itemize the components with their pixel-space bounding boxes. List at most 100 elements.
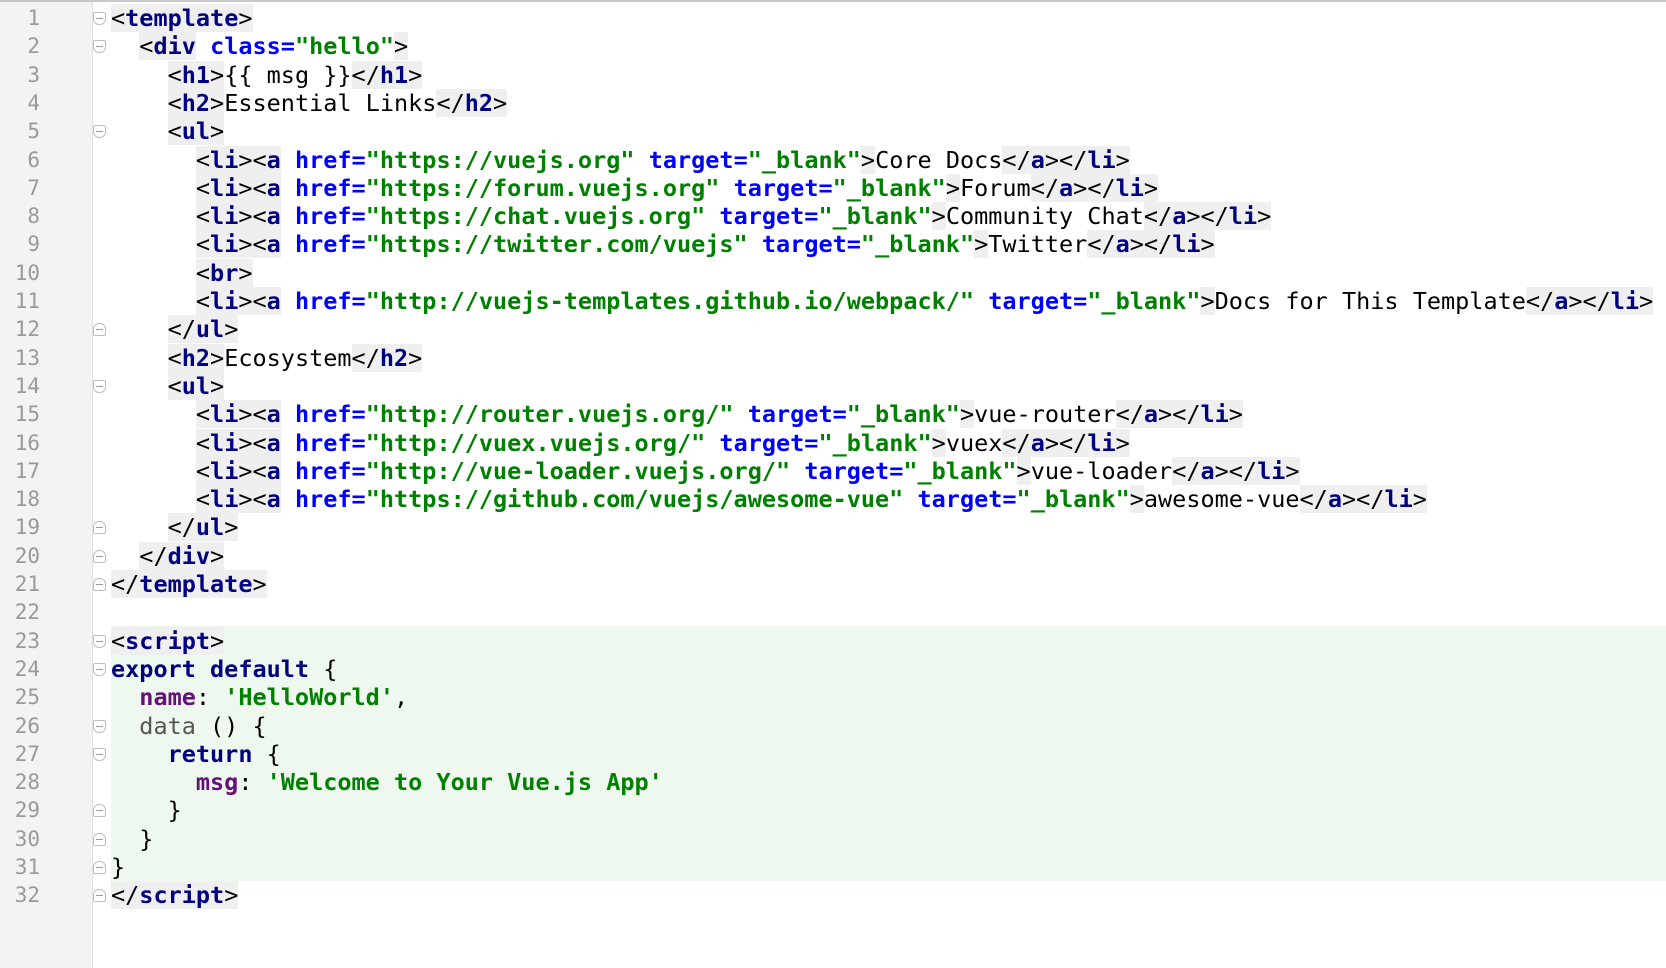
line-number: 26 bbox=[14, 713, 40, 738]
code-text[interactable]: name: 'HelloWorld', bbox=[111, 683, 408, 712]
code-text[interactable]: <br> bbox=[111, 258, 253, 288]
code-token-str: "http://router.vuejs.org/" bbox=[365, 400, 734, 429]
code-text[interactable]: </div> bbox=[111, 541, 225, 571]
code-text[interactable]: <h2>Essential Links</h2> bbox=[111, 88, 508, 118]
code-line[interactable]: 5 <ul> bbox=[0, 117, 1666, 146]
code-token-tag: h1 bbox=[379, 60, 409, 89]
code-text[interactable]: msg: 'Welcome to Your Vue.js App' bbox=[111, 768, 663, 797]
code-text[interactable]: </script> bbox=[111, 881, 239, 910]
code-line[interactable]: 25 name: 'HelloWorld', bbox=[0, 683, 1666, 712]
code-line[interactable]: 32 </script> bbox=[0, 881, 1666, 910]
fold-collapse-icon[interactable] bbox=[93, 662, 106, 676]
fold-end-icon[interactable] bbox=[93, 323, 106, 337]
code-line[interactable]: 7 <li><a href="https://forum.vuejs.org" … bbox=[0, 173, 1666, 203]
code-line[interactable]: 13 <h2>Ecosystem</h2> bbox=[0, 343, 1666, 373]
fold-collapse-icon[interactable] bbox=[93, 379, 106, 393]
code-token-tag: br bbox=[210, 258, 239, 287]
code-line[interactable]: 28 msg: 'Welcome to Your Vue.js App' bbox=[0, 768, 1666, 797]
code-text[interactable]: return { bbox=[111, 740, 281, 769]
code-line[interactable]: 4 <h2>Essential Links</h2> bbox=[0, 88, 1666, 118]
code-line[interactable]: 11 <li><a href="http://vuejs-templates.g… bbox=[0, 287, 1666, 316]
code-text[interactable]: <li><a href="http://vuex.vuejs.org/" tar… bbox=[111, 428, 1130, 458]
code-text[interactable]: <li><a href="http://vuejs-templates.gith… bbox=[111, 287, 1654, 316]
code-token-bracket: </ bbox=[1030, 173, 1060, 202]
fold-collapse-icon[interactable] bbox=[93, 40, 106, 54]
code-text[interactable]: </template> bbox=[111, 570, 267, 599]
code-line[interactable]: 12 </ul> bbox=[0, 315, 1666, 344]
code-text[interactable]: <h1>{{ msg }}</h1> bbox=[111, 60, 423, 90]
fold-end-icon[interactable] bbox=[93, 889, 106, 903]
code-line[interactable]: 3 <h1>{{ msg }}</h1> bbox=[0, 60, 1666, 90]
code-line[interactable]: 1 <template> bbox=[0, 4, 1666, 33]
code-token-tag: h2 bbox=[464, 88, 494, 117]
code-text[interactable]: </ul> bbox=[111, 513, 239, 542]
code-text[interactable]: <script> bbox=[111, 626, 225, 656]
code-token-bracket: </ bbox=[167, 315, 196, 344]
code-line[interactable]: 27 return { bbox=[0, 740, 1666, 769]
code-token-bracket: > bbox=[1200, 287, 1215, 315]
code-token-bracket: < bbox=[195, 202, 211, 231]
code-token-str: "_blank" bbox=[818, 202, 932, 231]
code-text[interactable]: <div class="hello"> bbox=[111, 32, 409, 61]
code-text[interactable]: } bbox=[111, 853, 125, 882]
code-line[interactable]: 21 </template> bbox=[0, 570, 1666, 599]
code-line[interactable]: 31} bbox=[0, 853, 1666, 882]
code-line[interactable]: 14 <ul> bbox=[0, 371, 1666, 401]
code-line[interactable]: 15 <li><a href="http://router.vuejs.org/… bbox=[0, 400, 1666, 429]
code-line[interactable]: 10 <br> bbox=[0, 258, 1666, 288]
code-line[interactable]: 20 </div> bbox=[0, 541, 1666, 571]
code-line[interactable]: 23 <script> bbox=[0, 626, 1666, 656]
code-line[interactable]: 29 } bbox=[0, 796, 1666, 825]
code-text[interactable]: <li><a href="https://twitter.com/vuejs" … bbox=[111, 230, 1215, 259]
code-text[interactable]: <li><a href="https://chat.vuejs.org" tar… bbox=[111, 202, 1272, 231]
code-line[interactable]: 19 </ul> bbox=[0, 513, 1666, 542]
fold-collapse-icon[interactable] bbox=[93, 634, 106, 648]
fold-collapse-icon[interactable] bbox=[93, 747, 106, 761]
code-text[interactable]: data () { bbox=[111, 712, 266, 741]
code-text[interactable]: <li><a href="https://vuejs.org" target="… bbox=[111, 145, 1130, 175]
code-text[interactable]: <li><a href="https://github.com/vuejs/aw… bbox=[111, 485, 1427, 514]
code-text[interactable]: <ul> bbox=[111, 371, 225, 401]
code-token-tag: li bbox=[1384, 485, 1413, 514]
fold-collapse-icon[interactable] bbox=[93, 719, 106, 733]
code-token-tag: a bbox=[1327, 485, 1342, 514]
code-line[interactable]: 18 <li><a href="https://github.com/vuejs… bbox=[0, 485, 1666, 514]
line-number: 32 bbox=[14, 883, 40, 908]
code-line[interactable]: 16 <li><a href="http://vuex.vuejs.org/" … bbox=[0, 428, 1666, 458]
code-text[interactable]: </ul> bbox=[111, 315, 239, 344]
code-text[interactable]: <li><a href="https://forum.vuejs.org" ta… bbox=[111, 173, 1159, 203]
code-line[interactable]: 2 <div class="hello"> bbox=[0, 32, 1666, 61]
code-line[interactable]: 30 } bbox=[0, 825, 1666, 854]
fold-end-icon[interactable] bbox=[93, 804, 106, 818]
fold-end-icon[interactable] bbox=[93, 861, 106, 874]
fold-end-icon[interactable] bbox=[93, 521, 106, 535]
code-text[interactable]: <template> bbox=[111, 4, 253, 33]
code-token-attr: target= bbox=[733, 173, 833, 202]
code-editor[interactable]: 1 <template> 2 <div class="hello"> 3 <h1>{{… bbox=[0, 0, 1666, 968]
code-token-attr: target= bbox=[761, 230, 861, 259]
code-text[interactable]: <ul> bbox=[111, 117, 225, 146]
fold-collapse-icon[interactable] bbox=[93, 12, 106, 25]
code-token-attr: target= bbox=[804, 456, 904, 485]
code-text[interactable]: <li><a href="http://vue-loader.vuejs.org… bbox=[111, 456, 1300, 486]
code-line[interactable]: 26 data () { bbox=[0, 712, 1666, 741]
code-line[interactable]: 17 <li><a href="http://vue-loader.vuejs.… bbox=[0, 456, 1666, 486]
code-token-bracket: > bbox=[1016, 456, 1031, 485]
code-token-bracket: > bbox=[394, 32, 409, 61]
code-text[interactable]: <li><a href="http://router.vuejs.org/" t… bbox=[111, 400, 1243, 429]
fold-collapse-icon[interactable] bbox=[93, 125, 106, 139]
code-text[interactable]: } bbox=[111, 825, 153, 854]
fold-end-icon[interactable] bbox=[93, 832, 106, 846]
code-line[interactable]: 9 <li><a href="https://twitter.com/vuejs… bbox=[0, 230, 1666, 259]
code-text[interactable]: } bbox=[111, 796, 182, 825]
code-line[interactable]: 6 <li><a href="https://vuejs.org" target… bbox=[0, 145, 1666, 175]
code-line[interactable]: 8 <li><a href="https://chat.vuejs.org" t… bbox=[0, 202, 1666, 231]
code-text[interactable]: export default { bbox=[111, 655, 337, 684]
code-line[interactable]: 24 export default { bbox=[0, 655, 1666, 684]
code-text[interactable]: <h2>Ecosystem</h2> bbox=[111, 343, 423, 373]
code-line[interactable]: 22 bbox=[0, 598, 1666, 627]
fold-end-icon[interactable] bbox=[93, 549, 106, 563]
fold-end-icon[interactable] bbox=[93, 578, 106, 591]
